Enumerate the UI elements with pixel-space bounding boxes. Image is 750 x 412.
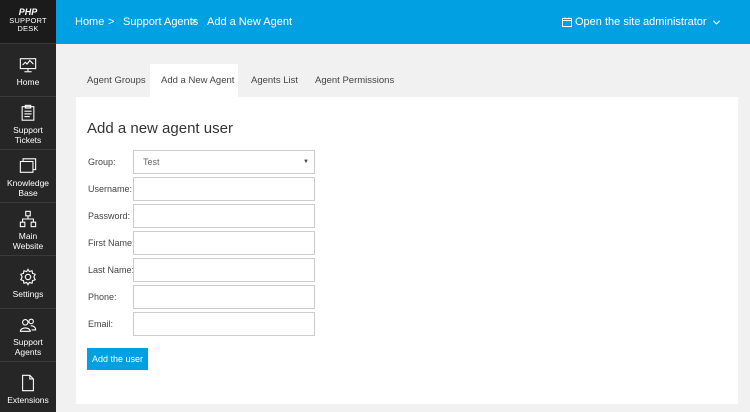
- sitemap-icon: [19, 210, 37, 227]
- sidebar-item-settings[interactable]: Settings: [0, 256, 56, 309]
- sidebar-item-home[interactable]: Home: [0, 44, 56, 97]
- logo-line-3: DESK: [17, 24, 39, 34]
- group-select[interactable]: Test ▼: [133, 150, 315, 174]
- sidebar-item-label: Knowledge Base: [6, 177, 50, 198]
- phone-label: Phone:: [88, 292, 117, 302]
- group-label: Group:: [88, 157, 116, 167]
- breadcrumb-home[interactable]: Home: [75, 16, 104, 28]
- tab-bar: Agent Groups Add a New Agent Agents List…: [76, 64, 738, 97]
- first-name-label: First Name:: [88, 238, 135, 248]
- caret-down-icon: ▼: [303, 159, 309, 165]
- sidebar-item-label: Main Website: [12, 230, 44, 251]
- monitor-icon: [19, 57, 37, 72]
- sidebar-item-knowledge-base[interactable]: Knowledge Base: [0, 150, 56, 203]
- windows-icon: [19, 157, 37, 173]
- tab-agent-groups[interactable]: Agent Groups: [76, 64, 149, 97]
- breadcrumb-separator: >: [108, 16, 115, 28]
- phone-input[interactable]: [133, 285, 315, 309]
- open-site-label: Open the site: [575, 16, 641, 28]
- users-icon: [19, 318, 37, 332]
- content-panel: Agent Groups Add a New Agent Agents List…: [76, 64, 738, 404]
- calendar-icon: [562, 17, 572, 27]
- username-label: Username:: [88, 184, 133, 194]
- add-user-button[interactable]: Add the user: [87, 348, 148, 370]
- username-input[interactable]: [133, 177, 315, 201]
- breadcrumb-current: Add a New Agent: [207, 16, 293, 28]
- tab-add-new-agent[interactable]: Add a New Agent: [150, 64, 238, 97]
- last-name-label: Last Name:: [88, 265, 135, 275]
- clipboard-icon: [21, 104, 35, 121]
- sidebar-item-label: Settings: [12, 288, 44, 299]
- last-name-input[interactable]: [133, 258, 315, 282]
- sidebar-item-support-tickets[interactable]: Support Tickets: [0, 97, 56, 150]
- sidebar-item-support-agents[interactable]: Support Agents: [0, 309, 56, 362]
- user-name: administrator: [643, 16, 707, 28]
- breadcrumb-separator: >: [190, 16, 197, 28]
- open-site-link[interactable]: Open the site: [562, 16, 640, 28]
- sidebar-item-main-website[interactable]: Main Website: [0, 203, 56, 256]
- gear-icon: [20, 267, 36, 286]
- sidebar-item-label: Support Agents: [13, 336, 43, 357]
- sidebar: PHP SUPPORT DESK Home Support Tickets Kn…: [0, 0, 56, 412]
- page-title: Add a new agent user: [87, 120, 233, 137]
- tab-agents-list[interactable]: Agents List: [239, 64, 303, 97]
- sidebar-item-label: Support Tickets: [13, 124, 43, 145]
- email-label: Email:: [88, 319, 114, 329]
- breadcrumb-support-agents[interactable]: Support Agents: [123, 16, 198, 28]
- first-name-input[interactable]: [133, 231, 315, 255]
- chevron-down-icon: [712, 19, 720, 25]
- password-input[interactable]: [133, 204, 315, 228]
- sidebar-item-extensions[interactable]: Extensions: [0, 362, 56, 412]
- sidebar-item-label: Extensions: [7, 394, 49, 405]
- group-select-value: Test: [143, 157, 160, 167]
- user-menu[interactable]: administrator: [643, 16, 721, 28]
- logo[interactable]: PHP SUPPORT DESK: [0, 0, 56, 44]
- sidebar-item-label: Home: [16, 76, 40, 87]
- tab-agent-permissions[interactable]: Agent Permissions: [304, 64, 404, 97]
- top-bar: Home > Support Agents > Add a New Agent …: [56, 0, 750, 44]
- password-label: Password:: [88, 211, 131, 221]
- document-icon: [22, 374, 34, 391]
- email-input[interactable]: [133, 312, 315, 336]
